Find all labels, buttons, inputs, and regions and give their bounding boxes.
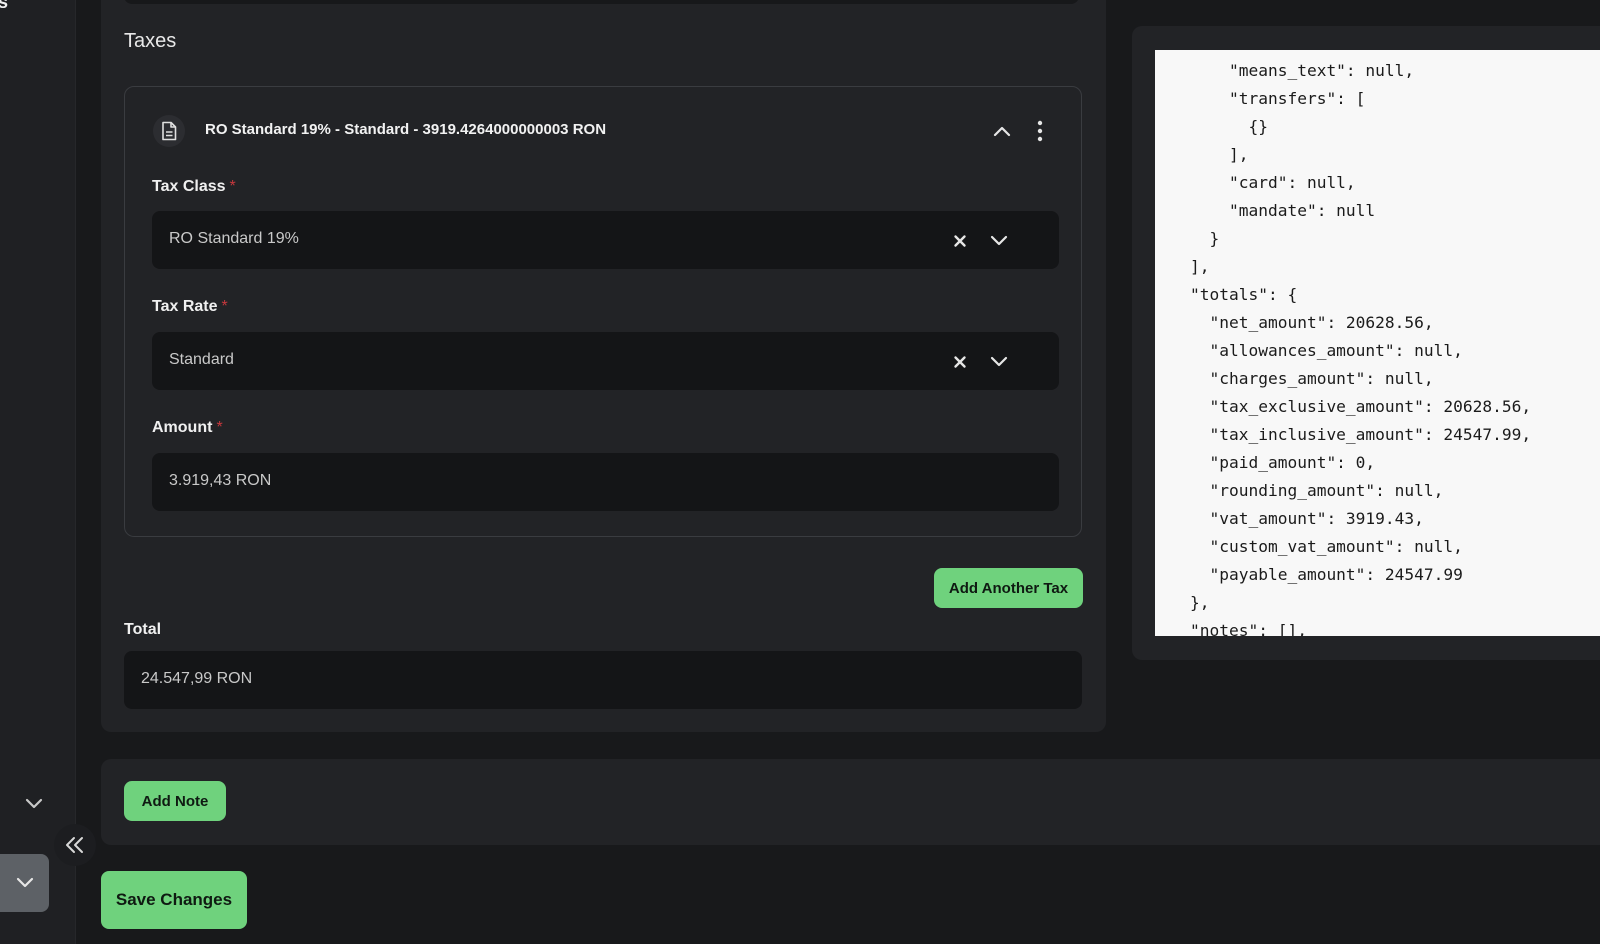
total-label: Total: [124, 621, 162, 638]
notes-panel: [101, 759, 1600, 845]
sidebar-chevron-down-icon[interactable]: [24, 796, 44, 812]
clear-x-icon[interactable]: [953, 233, 967, 247]
tax-rate-value: Standard: [169, 351, 234, 368]
collapse-sidebar-button[interactable]: [54, 824, 96, 866]
add-note-button[interactable]: Add Note: [124, 781, 226, 821]
sidebar: s: [0, 0, 76, 944]
required-mark: *: [221, 298, 228, 315]
tax-card: RO Standard 19% - Standard - 3919.426400…: [124, 86, 1082, 537]
previous-field-stub[interactable]: [124, 0, 1079, 4]
amount-value: 3.919,43 RON: [169, 472, 272, 489]
add-another-tax-button[interactable]: Add Another Tax: [934, 568, 1083, 608]
total-value: 24.547,99 RON: [141, 670, 253, 687]
tax-class-label-text: Tax Class: [152, 178, 226, 195]
taxes-section-title: Taxes: [124, 30, 177, 52]
chevron-down-icon[interactable]: [990, 232, 1008, 248]
sidebar-expand-button[interactable]: [0, 854, 49, 912]
required-mark: *: [229, 178, 236, 195]
chevron-down-icon[interactable]: [990, 353, 1008, 369]
tax-rate-label-text: Tax Rate: [152, 298, 218, 315]
amount-label: Amount *: [152, 419, 223, 437]
tax-rate-select[interactable]: Standard: [152, 332, 1059, 390]
tax-class-select[interactable]: RO Standard 19%: [152, 211, 1059, 269]
required-mark: *: [216, 419, 223, 436]
chevron-up-icon[interactable]: [991, 120, 1013, 142]
more-vertical-icon[interactable]: [1031, 117, 1049, 145]
document-icon: [153, 115, 185, 147]
double-chevron-left-icon: [66, 837, 83, 853]
chevron-down-icon: [16, 877, 33, 888]
save-changes-button[interactable]: Save Changes: [101, 871, 247, 929]
total-input[interactable]: 24.547,99 RON: [124, 651, 1082, 709]
amount-input[interactable]: 3.919,43 RON: [152, 453, 1059, 511]
json-preview-text: "means_text": null, "transfers": [ {} ],…: [1190, 61, 1532, 636]
clear-x-icon[interactable]: [953, 354, 967, 368]
tax-class-label: Tax Class *: [152, 178, 236, 196]
tax-rate-label: Tax Rate *: [152, 298, 228, 316]
sidebar-top-letter: s: [0, 0, 9, 12]
tax-card-title: RO Standard 19% - Standard - 3919.426400…: [205, 121, 607, 138]
json-preview[interactable]: "means_text": null, "transfers": [ {} ],…: [1155, 50, 1600, 636]
tax-class-value: RO Standard 19%: [169, 230, 299, 247]
amount-label-text: Amount: [152, 419, 213, 436]
